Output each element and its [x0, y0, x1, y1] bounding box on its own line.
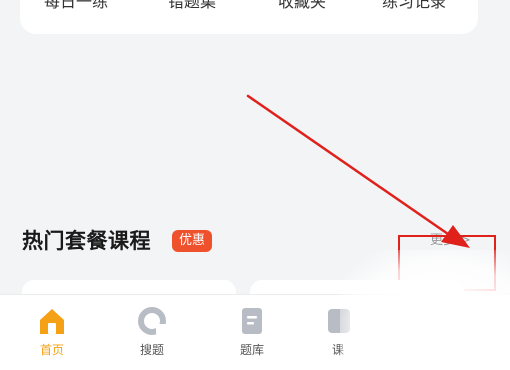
tab-course-label: 课 — [331, 343, 344, 357]
quick-links-card: 每日一练 错题集 收藏夹 练习记录 — [20, 0, 478, 34]
quick-link-daily-practice[interactable]: 每日一练 — [44, 0, 108, 12]
home-icon — [40, 309, 64, 334]
promo-badge: 优惠 — [172, 230, 213, 252]
tab-course[interactable]: 课 — [318, 305, 358, 361]
tab-home[interactable]: 首页 — [22, 305, 82, 361]
tab-search-question[interactable]: 搜题 — [122, 305, 182, 361]
quick-link-favorites[interactable]: 收藏夹 — [278, 0, 326, 12]
tab-home-label: 首页 — [39, 343, 64, 357]
quick-link-wrong-questions[interactable]: 错题集 — [168, 0, 216, 12]
quick-link-practice-records[interactable]: 练习记录 — [382, 0, 446, 12]
course-icon — [328, 309, 350, 333]
tab-search-question-label: 搜题 — [139, 343, 164, 357]
tab-question-bank[interactable]: 题库 — [222, 305, 282, 361]
question-bank-icon — [242, 308, 262, 334]
tab-question-bank-label: 题库 — [239, 343, 264, 357]
bottom-tab-bar: 首页 搜题 题库 课 — [0, 294, 510, 370]
search-question-icon — [138, 307, 166, 335]
section-title: 热门套餐课程 — [22, 229, 151, 253]
